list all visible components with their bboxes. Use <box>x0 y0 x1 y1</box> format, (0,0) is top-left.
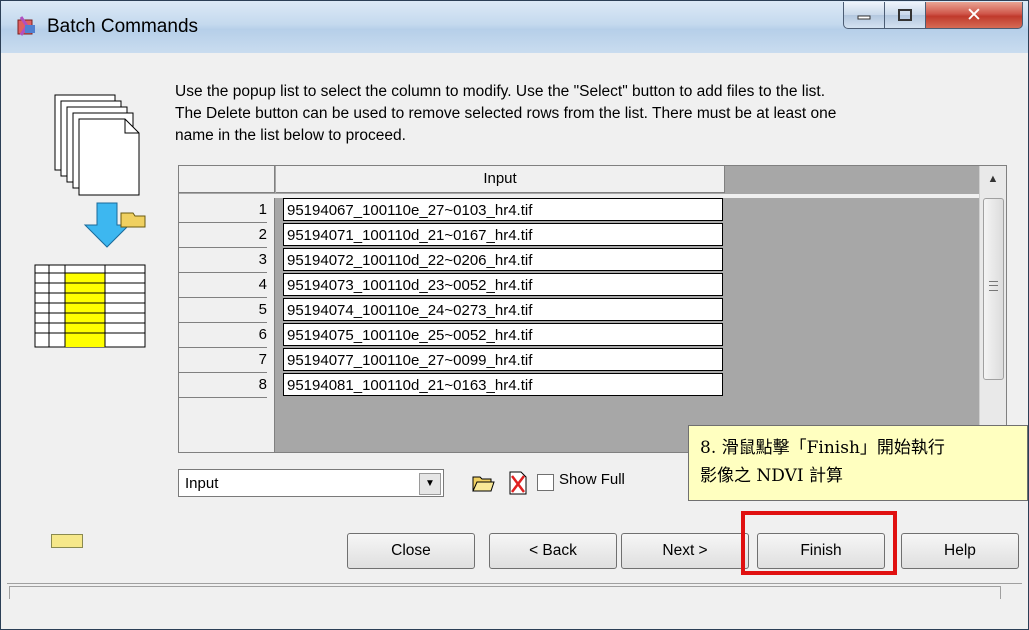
status-indicator <box>51 534 83 548</box>
open-folder-icon[interactable] <box>471 472 495 494</box>
vertical-scrollbar[interactable]: ▲ <box>979 166 1006 452</box>
grid-corner <box>179 166 275 193</box>
title-bar[interactable]: Batch Commands ✕ <box>1 1 1028 53</box>
back-button[interactable]: < Back <box>489 533 617 569</box>
show-full-checkbox[interactable] <box>537 474 554 491</box>
maximize-button[interactable] <box>884 2 926 29</box>
minimize-button[interactable] <box>843 2 885 29</box>
close-button[interactable]: Close <box>347 533 475 569</box>
column-select-value: Input <box>185 475 219 492</box>
annotation-callout: 8. 滑鼠點擊「Finish」開始執行 影像之 NDVI 計算 <box>688 425 1028 501</box>
callout-line-2: 影像之 NDVI 計算 <box>700 466 844 486</box>
column-header-input[interactable]: Input <box>276 166 725 193</box>
row-number[interactable]: 8 <box>179 373 267 398</box>
table-cell-input[interactable]: 95194073_100110d_23~0052_hr4.tif <box>283 273 723 296</box>
show-full-label: Show Full <box>559 471 625 488</box>
file-list-grid[interactable]: Input 1 2 3 4 5 6 7 8 95194067_100110e_2… <box>178 165 1007 453</box>
delete-file-icon[interactable] <box>507 470 529 496</box>
scroll-up-icon[interactable]: ▲ <box>980 166 1006 192</box>
table-cell-input[interactable]: 95194072_100110d_22~0206_hr4.tif <box>283 248 723 271</box>
app-icon <box>17 16 35 36</box>
wizard-illustration <box>34 94 146 348</box>
table-cell-input[interactable]: 95194067_100110e_27~0103_hr4.tif <box>283 198 723 221</box>
row-number[interactable]: 3 <box>179 248 267 273</box>
close-window-button[interactable]: ✕ <box>925 2 1023 29</box>
file-stack-icon <box>54 94 140 196</box>
finish-highlight-box <box>741 511 897 575</box>
table-cell-input[interactable]: 95194081_100110d_21~0163_hr4.tif <box>283 373 723 396</box>
row-number[interactable]: 2 <box>179 223 267 248</box>
table-cell-input[interactable]: 95194075_100110e_25~0052_hr4.tif <box>283 323 723 346</box>
row-number[interactable]: 5 <box>179 298 267 323</box>
batch-commands-window: Batch Commands ✕ Use the popup list to s… <box>0 0 1029 630</box>
column-select-dropdown[interactable]: Input ▼ <box>178 469 444 497</box>
folder-open-icon <box>120 212 146 228</box>
chevron-down-icon[interactable]: ▼ <box>419 473 441 495</box>
table-cell-input[interactable]: 95194071_100110d_21~0167_hr4.tif <box>283 223 723 246</box>
close-icon: ✕ <box>966 4 982 26</box>
grip-icon <box>989 281 998 291</box>
table-cell-input[interactable]: 95194074_100110e_24~0273_hr4.tif <box>283 298 723 321</box>
help-button[interactable]: Help <box>901 533 1019 569</box>
next-button[interactable]: Next > <box>621 533 749 569</box>
callout-line-1: 8. 滑鼠點擊「Finish」開始執行 <box>700 438 945 458</box>
window-title: Batch Commands <box>47 16 199 37</box>
table-icon <box>34 264 146 348</box>
maximize-icon <box>898 9 912 21</box>
row-header-column: 1 2 3 4 5 6 7 8 <box>179 198 275 452</box>
row-number[interactable]: 4 <box>179 273 267 298</box>
window-frame-bottom <box>1 599 1028 629</box>
row-number[interactable]: 7 <box>179 348 267 373</box>
scrollbar-thumb[interactable] <box>983 198 1004 380</box>
wizard-client-area: Use the popup list to select the column … <box>7 53 1028 629</box>
instructions-text: Use the popup list to select the column … <box>175 83 837 144</box>
table-cell-input[interactable]: 95194077_100110e_27~0099_hr4.tif <box>283 348 723 371</box>
minimize-icon <box>857 15 871 20</box>
row-number[interactable]: 6 <box>179 323 267 348</box>
row-number[interactable]: 1 <box>179 198 267 223</box>
